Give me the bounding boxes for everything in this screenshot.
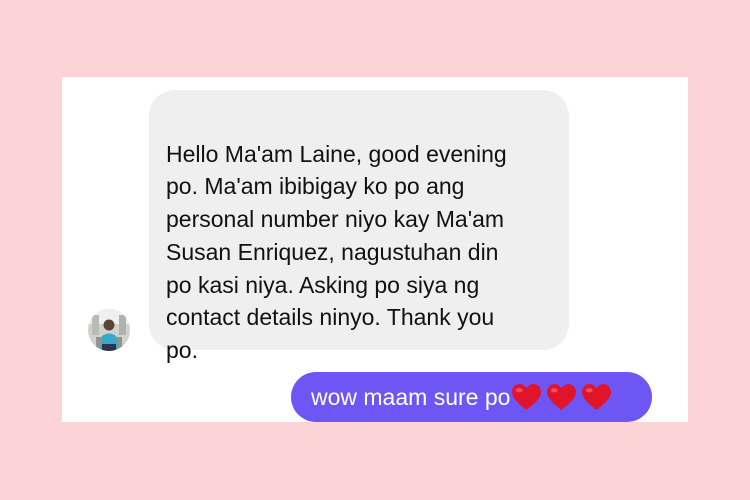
red-heart-icon bbox=[547, 383, 577, 411]
heart-emoji-group bbox=[511, 383, 612, 411]
incoming-message-bubble[interactable]: Hello Ma'am Laine, good evening po. Ma'a… bbox=[149, 90, 569, 363]
red-heart-icon bbox=[512, 383, 542, 411]
sender-avatar[interactable] bbox=[88, 309, 130, 351]
red-heart-icon bbox=[582, 383, 612, 411]
outgoing-message-text: wow maam sure po bbox=[311, 383, 511, 410]
chat-panel: Hello Ma'am Laine, good evening po. Ma'a… bbox=[62, 77, 688, 422]
incoming-message-text: Hello Ma'am Laine, good evening po. Ma'a… bbox=[166, 140, 507, 363]
outgoing-message-bubble[interactable]: wow maam sure po bbox=[291, 372, 652, 422]
